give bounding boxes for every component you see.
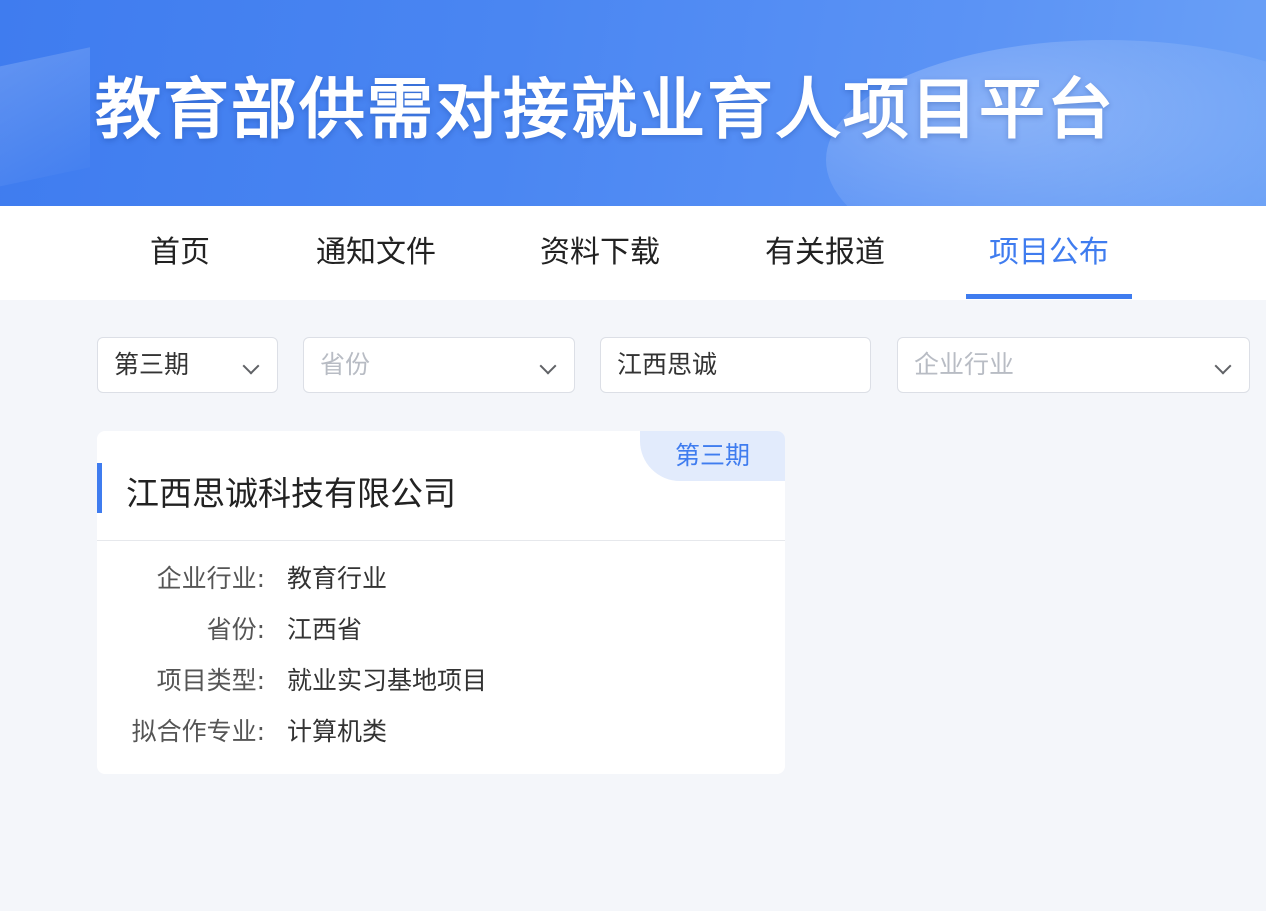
active-tab-indicator xyxy=(966,294,1132,299)
info-row-project-type: 项目类型: 就业实习基地项目 xyxy=(97,661,785,701)
period-select-value: 第三期 xyxy=(114,350,190,379)
company-name[interactable]: 江西思诚科技有限公司 xyxy=(126,467,456,515)
info-row-industry: 企业行业: 教育行业 xyxy=(97,559,785,599)
nav-item-reports[interactable]: 有关报道 xyxy=(745,206,905,300)
info-label: 企业行业: xyxy=(156,564,265,593)
chevron-down-icon xyxy=(1214,357,1232,375)
province-select-placeholder: 省份 xyxy=(320,350,371,379)
info-row-major: 拟合作专业: 计算机类 xyxy=(97,712,785,752)
info-label: 省份: xyxy=(206,615,265,644)
industry-select[interactable]: 企业行业 xyxy=(897,337,1250,393)
title-accent-bar xyxy=(97,463,102,513)
info-value: 江西省 xyxy=(287,615,363,644)
nav-item-home[interactable]: 首页 xyxy=(120,206,240,300)
header-banner: 教育部供需对接就业育人项目平台 xyxy=(0,0,1266,206)
project-card[interactable]: 第三期 江西思诚科技有限公司 企业行业: 教育行业 省份: 江西省 项目类型: … xyxy=(97,431,785,774)
site-title: 教育部供需对接就业育人项目平台 xyxy=(95,71,1115,148)
chevron-down-icon xyxy=(539,357,557,375)
nav-item-downloads[interactable]: 资料下载 xyxy=(520,206,680,300)
keyword-input[interactable]: 江西思诚 xyxy=(600,337,871,393)
info-value: 就业实习基地项目 xyxy=(287,666,488,695)
main-nav: 首页 通知文件 资料下载 有关报道 项目公布 xyxy=(0,206,1266,300)
nav-item-projects[interactable]: 项目公布 xyxy=(966,206,1132,300)
info-value: 教育行业 xyxy=(287,564,388,593)
chevron-down-icon xyxy=(242,357,260,375)
info-label: 项目类型: xyxy=(156,666,265,695)
province-select[interactable]: 省份 xyxy=(303,337,575,393)
info-value: 计算机类 xyxy=(287,717,388,746)
nav-item-notices[interactable]: 通知文件 xyxy=(296,206,456,300)
info-label: 拟合作专业: xyxy=(131,717,265,746)
card-divider xyxy=(97,540,785,541)
period-select[interactable]: 第三期 xyxy=(97,337,278,393)
banner-decoration xyxy=(0,47,90,193)
info-row-province: 省份: 江西省 xyxy=(97,610,785,650)
period-badge: 第三期 xyxy=(640,431,785,481)
keyword-input-value: 江西思诚 xyxy=(617,350,718,379)
industry-select-placeholder: 企业行业 xyxy=(914,350,1015,379)
